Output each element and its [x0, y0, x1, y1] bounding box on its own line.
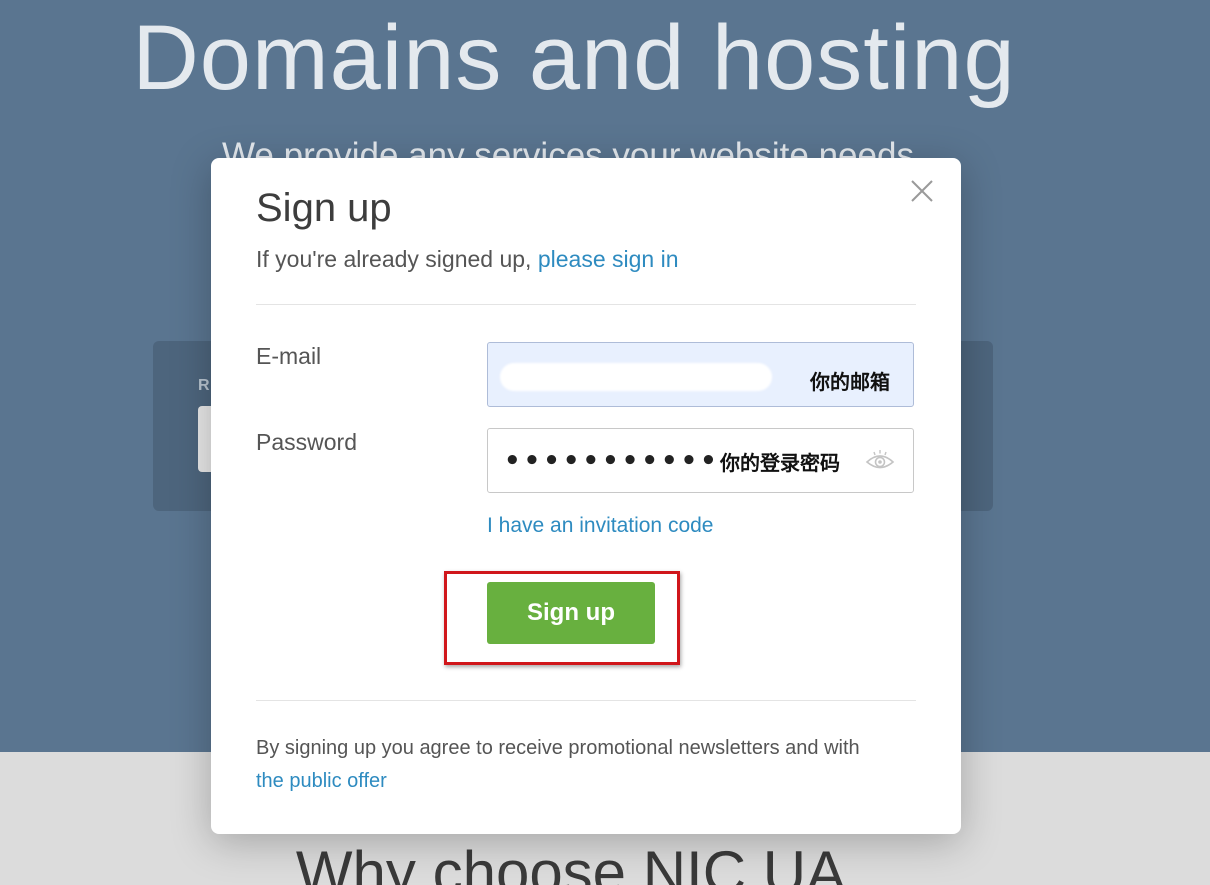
divider — [256, 700, 916, 701]
footer-text-body: By signing up you agree to receive promo… — [256, 737, 860, 759]
invitation-code-link[interactable]: I have an invitation code — [487, 514, 714, 538]
public-offer-link[interactable]: the public offer — [256, 770, 387, 792]
close-button[interactable] — [909, 178, 935, 204]
subtitle-text: If you're already signed up, — [256, 246, 538, 272]
password-label: Password — [256, 429, 357, 455]
footer-text: By signing up you agree to receive promo… — [256, 732, 916, 798]
email-field-wrapper: 你的邮箱 — [487, 342, 914, 407]
redaction-mask — [500, 363, 772, 391]
hero-title: Domains and hosting — [132, 7, 1016, 109]
modal-title: Sign up — [256, 186, 392, 230]
password-annotation: 你的登录密码 — [720, 451, 840, 475]
eye-icon — [865, 450, 895, 469]
password-visibility-toggle[interactable] — [865, 449, 895, 473]
section-title: Why choose NIC.UA — [295, 839, 847, 885]
email-annotation: 你的邮箱 — [810, 370, 890, 394]
email-label: E-mail — [256, 343, 322, 369]
signup-modal: Sign up If you're already signed up, ple… — [211, 158, 961, 834]
search-label: R — [198, 377, 210, 394]
page: Domains and hosting We provide any servi… — [0, 0, 1210, 885]
close-icon — [911, 180, 933, 202]
divider — [256, 304, 916, 305]
signup-button[interactable]: Sign up — [487, 582, 655, 644]
modal-subtitle: If you're already signed up, please sign… — [256, 246, 679, 273]
password-field[interactable] — [488, 429, 913, 492]
signin-link[interactable]: please sign in — [538, 246, 679, 272]
password-field-wrapper: 你的登录密码 — [487, 428, 914, 493]
